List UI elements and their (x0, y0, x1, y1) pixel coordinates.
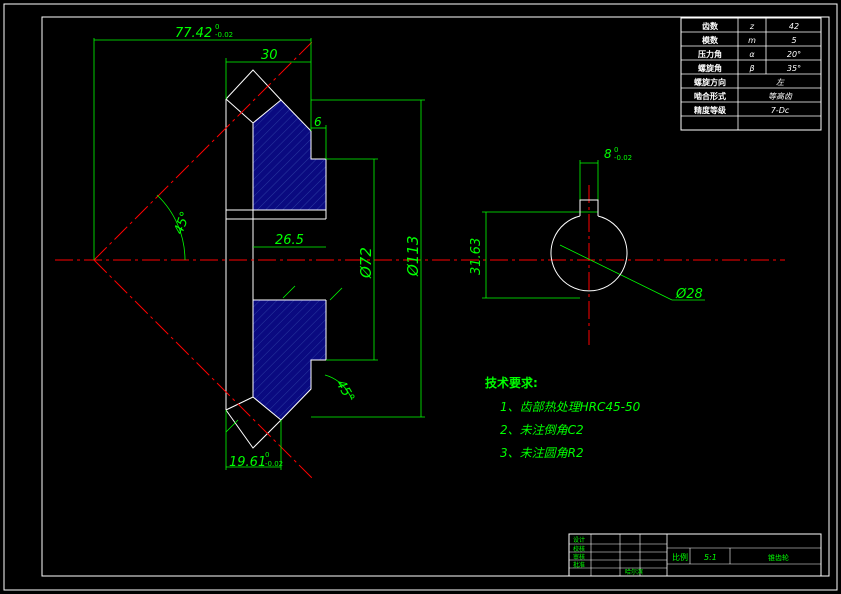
param-name-6: 啮合形式 (694, 91, 726, 101)
param-name-5: 螺旋方向 (694, 77, 726, 87)
dim-width-tol-upper: 0 (215, 23, 219, 31)
dim-hub-length: 26.5 (275, 233, 304, 248)
dim-keyway-depth: 31.63 (469, 238, 484, 275)
tech-item-2: 2、未注倒角C2 (500, 423, 584, 437)
param-symbol-1: z (749, 22, 755, 31)
param-symbol-2: m (748, 36, 756, 45)
tech-requirements: 技术要求: 1、齿部热处理HRC45-50 2、未注倒角C2 3、未注圆角R2 (485, 375, 641, 460)
dim-keyway-tol-upper: 0 (614, 146, 618, 154)
param-symbol-3: α (749, 50, 755, 59)
param-value-1: 42 (789, 22, 799, 31)
dim-face-width: 30 (261, 48, 278, 63)
dim-keyway-width: 8 (604, 147, 612, 161)
drawing-canvas: 77.42 0 -0.02 30 6 26.5 Ø72 Ø113 45° 45°… (3, 3, 838, 591)
tb-row-label-2: 校核 (573, 545, 585, 553)
param-symbol-4: β (748, 64, 754, 73)
param-value-4: 35° (787, 64, 801, 73)
tech-title: 技术要求: (485, 375, 538, 390)
dim-angle-chamfer: 45° (333, 378, 358, 405)
tech-item-1: 1、齿部热处理HRC45-50 (500, 400, 641, 414)
param-value-3: 20° (787, 50, 801, 59)
dim-bore-dia: Ø72 (357, 247, 375, 279)
param-name-4: 螺旋角 (698, 63, 722, 73)
param-name-7: 精度等级 (694, 105, 727, 115)
dim-keyway-tol-lower: -0.02 (614, 154, 632, 162)
tb-part-name: 锥齿轮 (768, 553, 789, 562)
dim-cone-tol-lower: -0.02 (265, 460, 283, 468)
tb-row-label-1: 设计 (573, 536, 585, 544)
param-value-5: 左 (776, 78, 785, 87)
dim-width-total: 77.42 (175, 26, 212, 41)
param-value-7: 7-Dc (771, 106, 790, 115)
tb-row-label-4: 批准 (573, 561, 585, 569)
tech-item-3: 3、未注圆角R2 (500, 446, 584, 460)
dim-step-6: 6 (314, 115, 322, 129)
param-table: 齿数 z 42 模数 m 5 压力角 α 20° 螺旋角 β 35° 螺旋方向 左啮合形式 等高齿精度等级 7… (680, 17, 822, 131)
dim-angle-cone: 45° (172, 210, 194, 237)
title-block: 设计 校核 审核 批准 哈尔滨 比例 5:1 锥齿轮 (568, 533, 822, 577)
param-value-6: 等高齿 (768, 92, 793, 101)
dim-shaft-dia: Ø28 (675, 287, 703, 302)
tb-scale-value: 5:1 (704, 553, 717, 562)
param-value-2: 5 (791, 36, 796, 45)
dim-cone: 19.61 (229, 455, 266, 470)
tb-scale-label: 比例 (672, 552, 688, 562)
param-name-2: 模数 (702, 35, 719, 45)
tb-org: 哈尔滨 (625, 568, 643, 576)
dim-outer-dia: Ø113 (404, 236, 422, 277)
dim-width-tol-lower: -0.02 (215, 31, 233, 39)
tb-row-label-3: 审核 (573, 553, 585, 561)
param-name-1: 齿数 (702, 21, 719, 31)
param-name-3: 压力角 (698, 49, 722, 59)
dim-cone-tol-upper: 0 (265, 451, 269, 459)
